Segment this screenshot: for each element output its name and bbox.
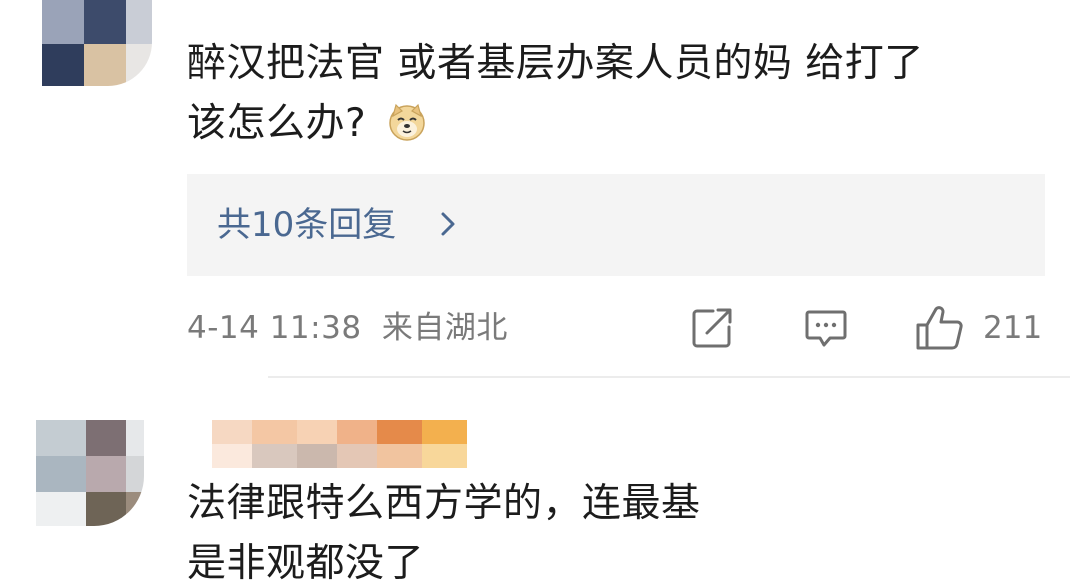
- comment-text: 法律跟特么西方学的，连最基 是非观都没了: [187, 474, 762, 587]
- view-replies-link[interactable]: 共10条回复: [217, 201, 396, 249]
- comment-text-line: 是非观都没了: [187, 541, 425, 586]
- comment-meta: 4-14 11:38 来自湖北: [187, 304, 508, 352]
- chevron-right-icon: [441, 212, 455, 236]
- avatar[interactable]: [36, 420, 144, 526]
- comment-text-line: 法律跟特么西方学的，连最基: [187, 481, 701, 526]
- location: 来自湖北: [381, 310, 508, 346]
- doge-emoji-icon: [389, 103, 425, 141]
- username-pixelated[interactable]: [212, 420, 467, 468]
- share-icon[interactable]: [689, 305, 735, 351]
- like-count: 211: [983, 310, 1043, 346]
- timestamp: 4-14 11:38: [187, 310, 362, 346]
- comment-text-line: 该怎么办?: [187, 94, 1047, 154]
- divider: [268, 376, 1070, 378]
- comment-text-line: 醉汉把法官 或者基层办案人员的妈 给打了: [187, 41, 924, 86]
- avatar[interactable]: [42, 0, 152, 86]
- replies-box[interactable]: 共10条回复: [187, 174, 1045, 276]
- like-icon[interactable]: [914, 305, 966, 351]
- comment-icon[interactable]: [803, 305, 849, 351]
- comment-text: 醉汉把法官 或者基层办案人员的妈 给打了 该怎么办?: [187, 34, 1047, 154]
